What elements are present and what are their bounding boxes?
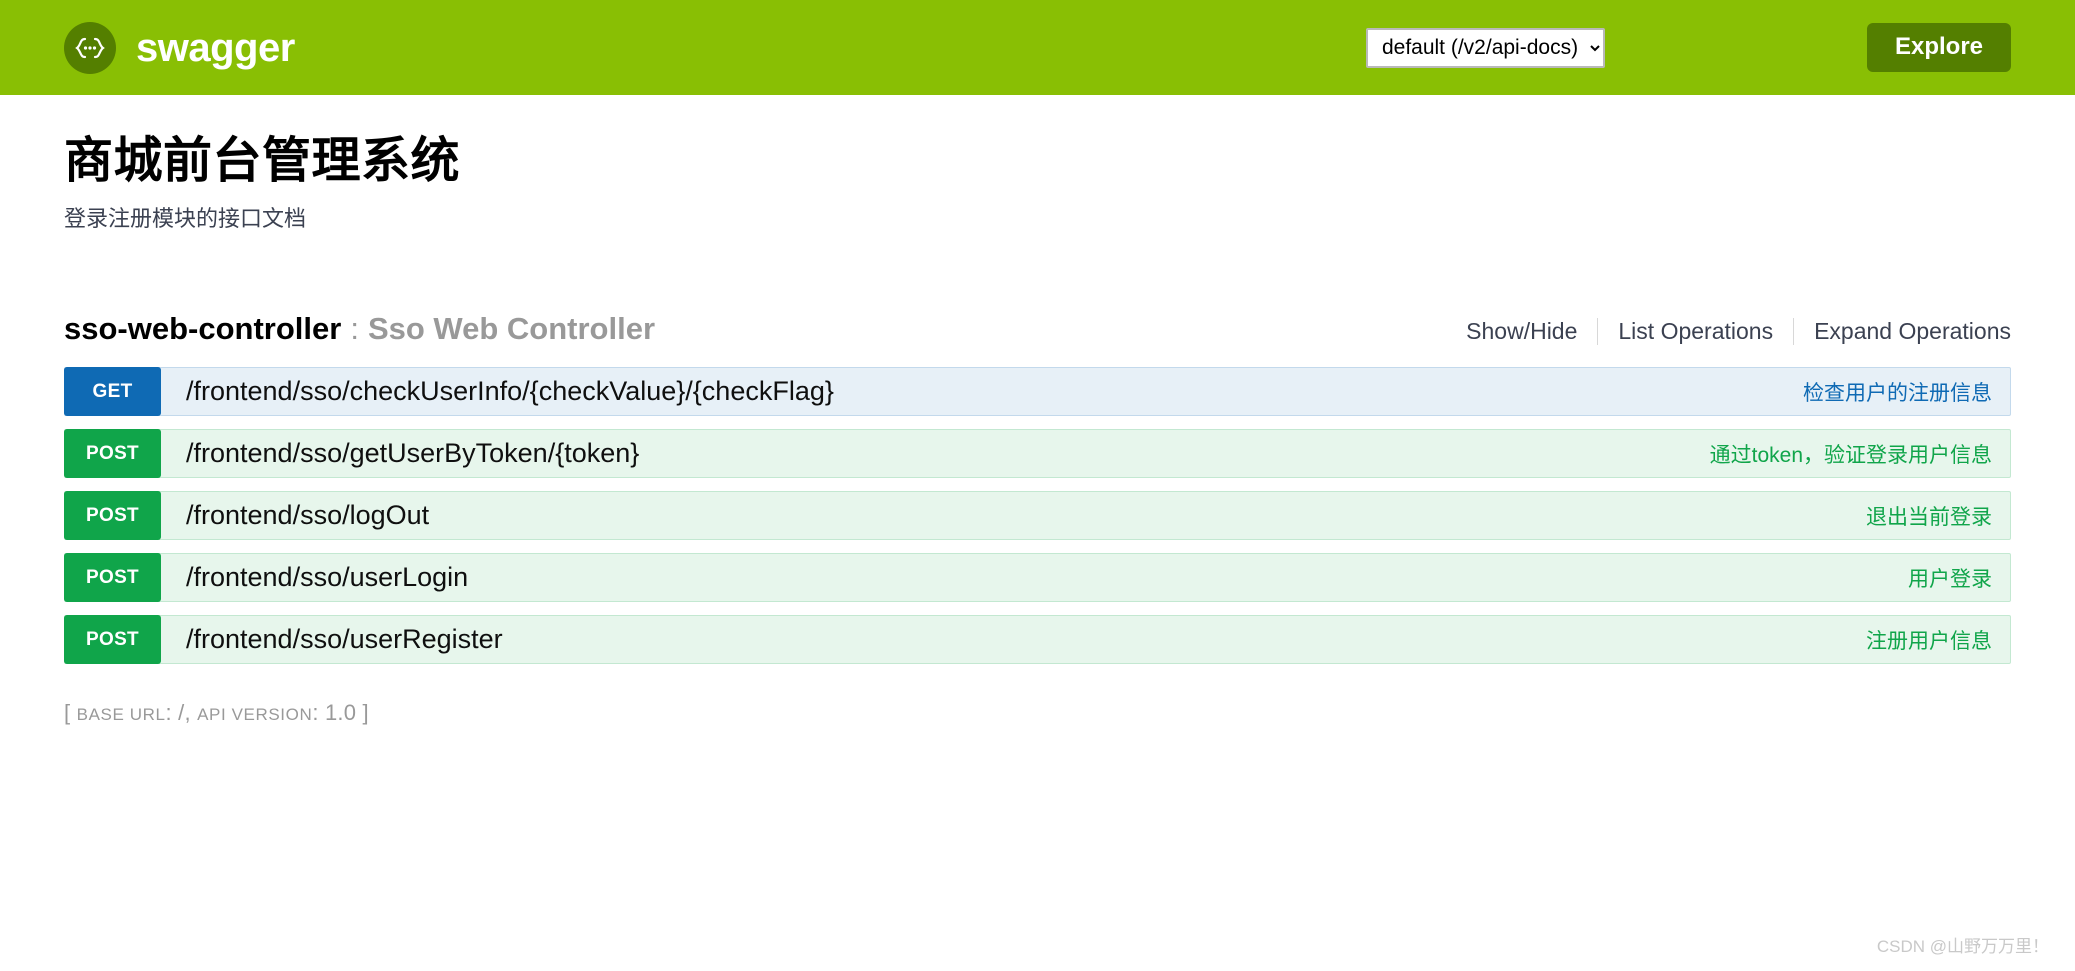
swagger-topbar: swagger default (/v2/api-docs) Explore [0,0,2075,95]
resource-name[interactable]: sso-web-controller [64,310,341,347]
operation-summary[interactable]: 通过token，验证登录用户信息 [1710,430,2010,477]
base-url-label: BASE URL [76,705,166,725]
method-badge: POST [64,553,161,603]
operation-path[interactable]: /frontend/sso/logOut [161,492,1866,539]
operation-summary[interactable]: 用户登录 [1908,554,2010,601]
api-version-value: 1.0 [324,700,357,726]
operation-summary[interactable]: 检查用户的注册信息 [1803,368,2010,415]
api-info-block: 商城前台管理系统 登录注册模块的接口文档 [64,95,2011,234]
operation-path[interactable]: /frontend/sso/getUserByToken/{token} [161,430,1710,477]
operation-row[interactable]: POST /frontend/sso/getUserByToken/{token… [64,429,2011,479]
resource-options: Show/Hide List Operations Expand Operati… [1466,317,2011,345]
api-footer: [ BASE URL: /, API VERSION: 1.0 ] [64,700,2011,726]
operation-path[interactable]: /frontend/sso/checkUserInfo/{checkValue}… [161,368,1803,415]
list-operations-link[interactable]: List Operations [1598,318,1793,345]
page-subtitle: 登录注册模块的接口文档 [64,206,307,232]
swagger-brand[interactable]: swagger [64,21,295,74]
operation-summary[interactable]: 退出当前登录 [1866,492,2010,539]
operation-row[interactable]: POST /frontend/sso/userRegister 注册用户信息 [64,615,2011,665]
expand-operations-link[interactable]: Expand Operations [1794,318,2011,345]
swagger-wordmark: swagger [136,25,295,70]
footer-open-bracket: [ [64,700,71,726]
main-content: 商城前台管理系统 登录注册模块的接口文档 sso-web-controller … [0,95,2075,726]
explore-button[interactable]: Explore [1866,23,2011,72]
method-badge: GET [64,367,161,417]
method-badge: POST [64,491,161,541]
resource-separator: : [350,310,359,346]
operation-path[interactable]: /frontend/sso/userLogin [161,554,1908,601]
swagger-braces-icon [64,21,116,74]
resource-header: sso-web-controller : Sso Web Controller … [64,310,2011,347]
api-version-colon: : [312,700,319,726]
base-url-colon: : [165,700,172,726]
show-hide-link[interactable]: Show/Hide [1466,318,1597,345]
page-title: 商城前台管理系统 [64,134,461,188]
operation-path[interactable]: /frontend/sso/userRegister [161,616,1866,663]
api-version-label: API VERSION [197,705,313,725]
api-spec-select[interactable]: default (/v2/api-docs) [1365,27,1605,68]
operation-row[interactable]: GET /frontend/sso/checkUserInfo/{checkVa… [64,367,2011,417]
operation-row[interactable]: POST /frontend/sso/logOut 退出当前登录 [64,491,2011,541]
footer-comma: , [184,700,191,726]
operation-row[interactable]: POST /frontend/sso/userLogin 用户登录 [64,553,2011,603]
resource-description: Sso Web Controller [367,310,656,346]
operation-summary[interactable]: 注册用户信息 [1866,616,2010,663]
footer-close-bracket: ] [362,700,369,726]
method-badge: POST [64,615,161,665]
watermark: CSDN @山野万万里！ [1876,937,2049,956]
operations-list: GET /frontend/sso/checkUserInfo/{checkVa… [64,367,2011,665]
method-badge: POST [64,429,161,479]
